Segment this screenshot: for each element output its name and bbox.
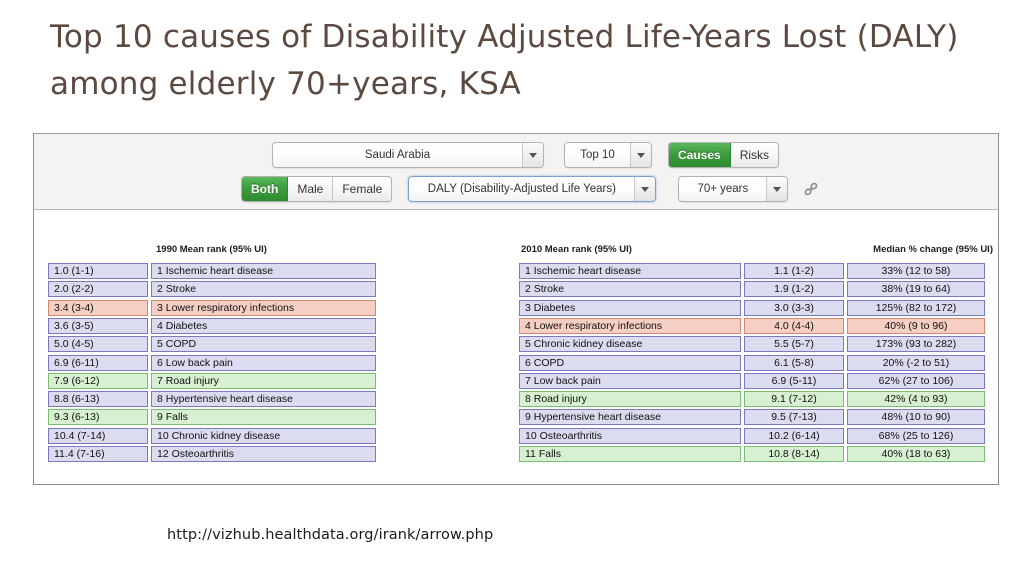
percent-change-cell[interactable]: 62% (27 to 106) xyxy=(847,372,985,389)
left-rank-cell[interactable]: 6.9 (6-11) xyxy=(48,354,148,371)
sex-toggle[interactable]: Both Male Female xyxy=(241,176,393,202)
percent-change-cell[interactable]: 48% (10 to 90) xyxy=(847,409,985,426)
percent-change-cell[interactable]: 40% (18 to 63) xyxy=(847,446,985,462)
left-cause-cell[interactable]: 6 Low back pain xyxy=(151,354,376,371)
toolbar-row-top: Saudi Arabia Top 10 Causes Risks xyxy=(272,142,780,168)
percent-change-cell[interactable]: 40% (9 to 96) xyxy=(847,317,985,334)
right-cause-cell[interactable]: 9 Hypertensive heart disease xyxy=(519,409,741,426)
left-cause-cell[interactable]: 3 Lower respiratory infections xyxy=(151,299,376,316)
left-cause-cell[interactable]: 7 Road injury xyxy=(151,372,376,389)
right-rank-cell[interactable]: 10.2 (6-14) xyxy=(744,427,844,444)
left-rank-cell[interactable]: 3.6 (3-5) xyxy=(48,317,148,334)
right-rank-cell[interactable]: 3.0 (3-3) xyxy=(744,299,844,316)
right-rank-cell[interactable]: 4.0 (4-4) xyxy=(744,317,844,334)
percent-change-cell[interactable]: 173% (93 to 282) xyxy=(847,336,985,353)
percent-change-cell[interactable]: 42% (4 to 93) xyxy=(847,391,985,408)
arrow-chart: 1990 Mean rank (95% UI) 2010 Mean rank (… xyxy=(34,210,998,484)
left-rank-cell[interactable]: 2.0 (2-2) xyxy=(48,281,148,298)
right-rank-cell[interactable]: 1.9 (1-2) xyxy=(744,281,844,298)
right-cause-cell[interactable]: 2 Stroke xyxy=(519,281,741,298)
percent-change-cell[interactable]: 20% (-2 to 51) xyxy=(847,354,985,371)
sex-option-both[interactable]: Both xyxy=(242,177,289,201)
right-cause-cell[interactable]: 4 Lower respiratory infections xyxy=(519,317,741,334)
left-cause-cell[interactable]: 9 Falls xyxy=(151,409,376,426)
country-select[interactable]: Saudi Arabia xyxy=(272,142,544,168)
left-rank-cell[interactable]: 7.9 (6-12) xyxy=(48,372,148,389)
right-rank-cell[interactable]: 5.5 (5-7) xyxy=(744,336,844,353)
left-rank-cell[interactable]: 8.8 (6-13) xyxy=(48,391,148,408)
right-cause-cell[interactable]: 10 Osteoarthritis xyxy=(519,427,741,444)
right-rank-cell[interactable]: 6.1 (5-8) xyxy=(744,354,844,371)
percent-change-cell[interactable]: 33% (12 to 58) xyxy=(847,263,985,279)
percent-change-cell[interactable]: 125% (82 to 172) xyxy=(847,299,985,316)
left-cause-cell[interactable]: 12 Osteoarthritis xyxy=(151,446,376,462)
top-n-select-value: Top 10 xyxy=(580,149,615,161)
visualization-panel: Saudi Arabia Top 10 Causes Risks Both Ma… xyxy=(33,133,999,485)
right-rank-cell[interactable]: 9.5 (7-13) xyxy=(744,409,844,426)
right-rank-cell[interactable]: 9.1 (7-12) xyxy=(744,391,844,408)
left-cause-cell[interactable]: 1 Ischemic heart disease xyxy=(151,263,376,279)
right-cause-cell[interactable]: 8 Road injury xyxy=(519,391,741,408)
chain-link-icon[interactable] xyxy=(800,177,822,201)
source-url-caption: http://vizhub.healthdata.org/irank/arrow… xyxy=(167,527,494,543)
right-rank-cell[interactable]: 1.1 (1-2) xyxy=(744,263,844,279)
left-cause-cell[interactable]: 5 COPD xyxy=(151,336,376,353)
chevron-down-icon[interactable] xyxy=(522,143,543,167)
right-cause-cell[interactable]: 3 Diabetes xyxy=(519,299,741,316)
chevron-down-icon[interactable] xyxy=(630,143,651,167)
country-select-value: Saudi Arabia xyxy=(364,149,431,161)
sex-option-female[interactable]: Female xyxy=(333,177,392,201)
right-cause-cell[interactable]: 6 COPD xyxy=(519,354,741,371)
left-rank-cell[interactable]: 9.3 (6-13) xyxy=(48,409,148,426)
sex-option-male[interactable]: Male xyxy=(288,177,334,201)
left-cause-cell[interactable]: 10 Chronic kidney disease xyxy=(151,427,376,444)
right-rank-cell[interactable]: 6.9 (5-11) xyxy=(744,372,844,389)
percent-change-cell[interactable]: 68% (25 to 126) xyxy=(847,427,985,444)
right-rank-cell[interactable]: 10.8 (8-14) xyxy=(744,446,844,462)
top-n-select[interactable]: Top 10 xyxy=(564,142,652,168)
left-rank-cell[interactable]: 10.4 (7-14) xyxy=(48,427,148,444)
right-cause-cell[interactable]: 11 Falls xyxy=(519,446,741,462)
left-cause-cell[interactable]: 2 Stroke xyxy=(151,281,376,298)
page-title: Top 10 causes of Disability Adjusted Lif… xyxy=(50,19,959,102)
age-select[interactable]: 70+ years xyxy=(678,176,789,202)
left-cause-cell[interactable]: 4 Diabetes xyxy=(151,317,376,334)
left-cause-cell[interactable]: 8 Hypertensive heart disease xyxy=(151,391,376,408)
chevron-down-icon[interactable] xyxy=(634,177,656,201)
percent-change-cell[interactable]: 38% (19 to 64) xyxy=(847,281,985,298)
toolbar-row-bottom: Both Male Female DALY (Disability-Adjust… xyxy=(241,176,822,202)
left-rank-cell[interactable]: 11.4 (7-16) xyxy=(48,446,148,462)
chevron-down-icon[interactable] xyxy=(766,177,788,201)
right-cause-cell[interactable]: 1 Ischemic heart disease xyxy=(519,263,741,279)
metric-select[interactable]: DALY (Disability-Adjusted Life Years) xyxy=(408,176,657,202)
right-cause-cell[interactable]: 7 Low back pain xyxy=(519,372,741,389)
slide-root: Top 10 causes of Disability Adjusted Lif… xyxy=(0,0,1024,578)
metric-select-value: DALY (Disability-Adjusted Life Years) xyxy=(427,183,616,195)
tab-causes[interactable]: Causes xyxy=(669,143,731,167)
toolbar: Saudi Arabia Top 10 Causes Risks Both Ma… xyxy=(34,134,998,210)
left-rank-cell[interactable]: 1.0 (1-1) xyxy=(48,263,148,279)
age-select-value: 70+ years xyxy=(697,183,749,195)
left-rank-cell[interactable]: 3.4 (3-4) xyxy=(48,299,148,316)
left-rank-cell[interactable]: 5.0 (4-5) xyxy=(48,336,148,353)
causes-risks-toggle[interactable]: Causes Risks xyxy=(668,142,780,168)
tab-risks[interactable]: Risks xyxy=(730,143,779,167)
rank-rows: 1.0 (1-1) 1 Ischemic heart disease 2.0 (2-… xyxy=(34,210,998,484)
right-cause-cell[interactable]: 5 Chronic kidney disease xyxy=(519,336,741,353)
